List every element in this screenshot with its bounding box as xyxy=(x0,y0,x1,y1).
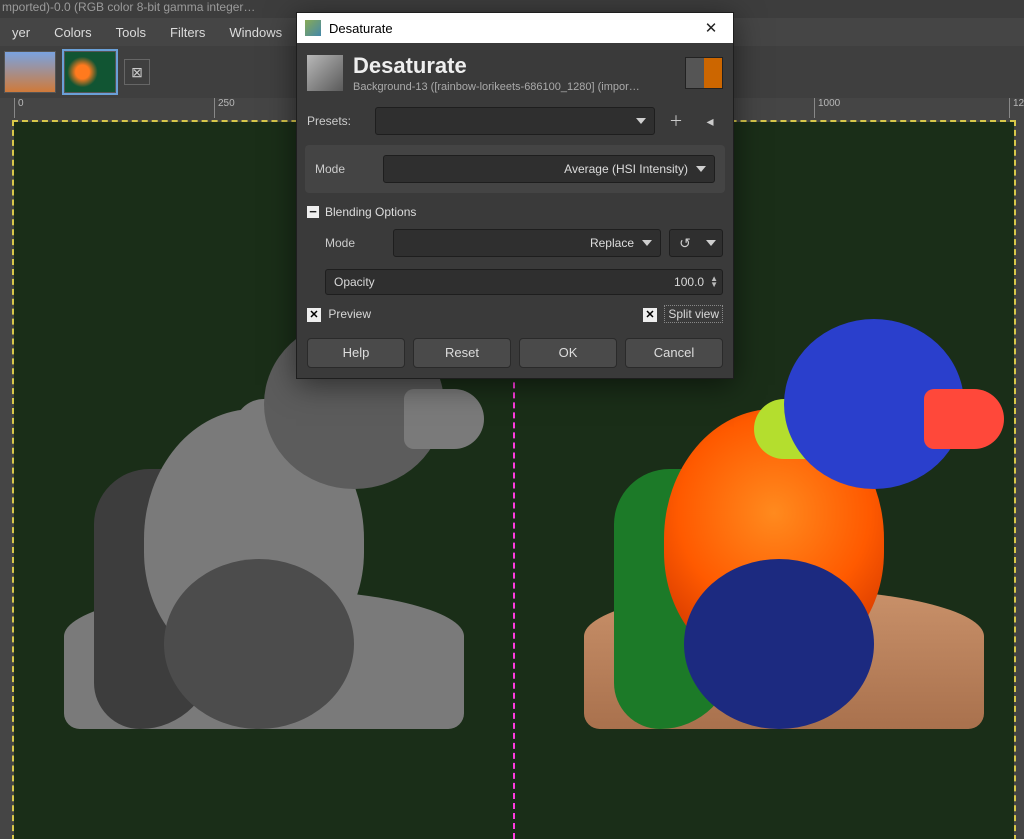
menu-tools[interactable]: Tools xyxy=(104,21,158,44)
desaturate-icon xyxy=(307,55,343,91)
menu-filters[interactable]: Filters xyxy=(158,21,217,44)
blend-mode-label: Mode xyxy=(325,236,385,250)
blend-mode-value: Replace xyxy=(590,236,634,250)
opacity-row: Opacity 100.0 ▲▼ xyxy=(297,263,733,301)
menu-windows[interactable]: Windows xyxy=(217,21,294,44)
dialog-header: Desaturate Background-13 ([rainbow-lorik… xyxy=(297,43,733,101)
desaturate-dialog: Desaturate ✕ Desaturate Background-13 ([… xyxy=(296,12,734,379)
dialog-button-row: Help Reset OK Cancel xyxy=(297,328,733,378)
ok-button[interactable]: OK xyxy=(519,338,617,368)
close-icon[interactable]: ✕ xyxy=(697,14,725,42)
reset-button[interactable]: Reset xyxy=(413,338,511,368)
ruler-tick-label: 250 xyxy=(218,98,235,109)
dialog-preview-thumb xyxy=(685,57,723,89)
reset-blend-icon[interactable]: ↺ xyxy=(676,234,694,252)
ruler-tick-label: 0 xyxy=(18,98,24,109)
dialog-heading: Desaturate xyxy=(353,53,640,79)
checkbox-checked-icon: ✕ xyxy=(643,308,657,322)
preview-checkbox[interactable]: ✕ Preview xyxy=(307,307,371,322)
opacity-value: 100.0 xyxy=(674,275,704,289)
presets-combo[interactable] xyxy=(375,107,655,135)
app-icon xyxy=(305,20,321,36)
menu-colors[interactable]: Colors xyxy=(42,21,104,44)
chevron-down-icon xyxy=(706,240,716,246)
collapse-icon: − xyxy=(307,206,319,218)
dialog-title: Desaturate xyxy=(329,21,697,36)
chevron-down-icon xyxy=(696,166,706,172)
cancel-button[interactable]: Cancel xyxy=(625,338,723,368)
splitview-checkbox[interactable]: ✕ Split view xyxy=(643,307,723,322)
splitview-checkbox-label: Split view xyxy=(664,305,723,323)
ruler-tick-label: 1250 xyxy=(1013,98,1024,109)
mode-label: Mode xyxy=(315,162,375,176)
blending-options-label: Blending Options xyxy=(325,205,416,219)
presets-label: Presets: xyxy=(307,114,367,128)
mode-row: Mode Average (HSI Intensity) xyxy=(305,149,725,189)
preset-menu-button[interactable]: ◂ xyxy=(697,108,723,134)
document-tab-1[interactable] xyxy=(4,51,56,93)
preview-row: ✕ Preview ✕ Split view xyxy=(297,301,733,328)
opacity-label: Opacity xyxy=(334,275,375,289)
spinner-arrows-icon[interactable]: ▲▼ xyxy=(710,276,718,288)
mode-combo[interactable]: Average (HSI Intensity) xyxy=(383,155,715,183)
mode-value: Average (HSI Intensity) xyxy=(564,162,688,176)
dialog-subheading: Background-13 ([rainbow-lorikeets-686100… xyxy=(353,81,640,93)
preview-checkbox-label: Preview xyxy=(328,307,371,321)
presets-row: Presets: ＋ ◂ xyxy=(297,101,733,141)
document-tab-2[interactable] xyxy=(64,51,116,93)
menu-layer[interactable]: yer xyxy=(0,21,42,44)
blend-mode-combo[interactable]: Replace xyxy=(393,229,661,257)
dialog-titlebar[interactable]: Desaturate ✕ xyxy=(297,13,733,43)
opacity-input[interactable]: Opacity 100.0 ▲▼ xyxy=(325,269,723,295)
checkbox-checked-icon: ✕ xyxy=(307,308,321,322)
ruler-tick-label: 1000 xyxy=(818,98,840,109)
tab-close-icon[interactable]: ⊠ xyxy=(124,59,150,85)
chevron-down-icon xyxy=(636,118,646,124)
help-button[interactable]: Help xyxy=(307,338,405,368)
blend-mode-row: Mode Replace ↺ xyxy=(297,223,733,263)
add-preset-button[interactable]: ＋ xyxy=(663,108,689,134)
blending-options-toggle[interactable]: − Blending Options xyxy=(297,197,733,223)
chevron-down-icon xyxy=(642,240,652,246)
